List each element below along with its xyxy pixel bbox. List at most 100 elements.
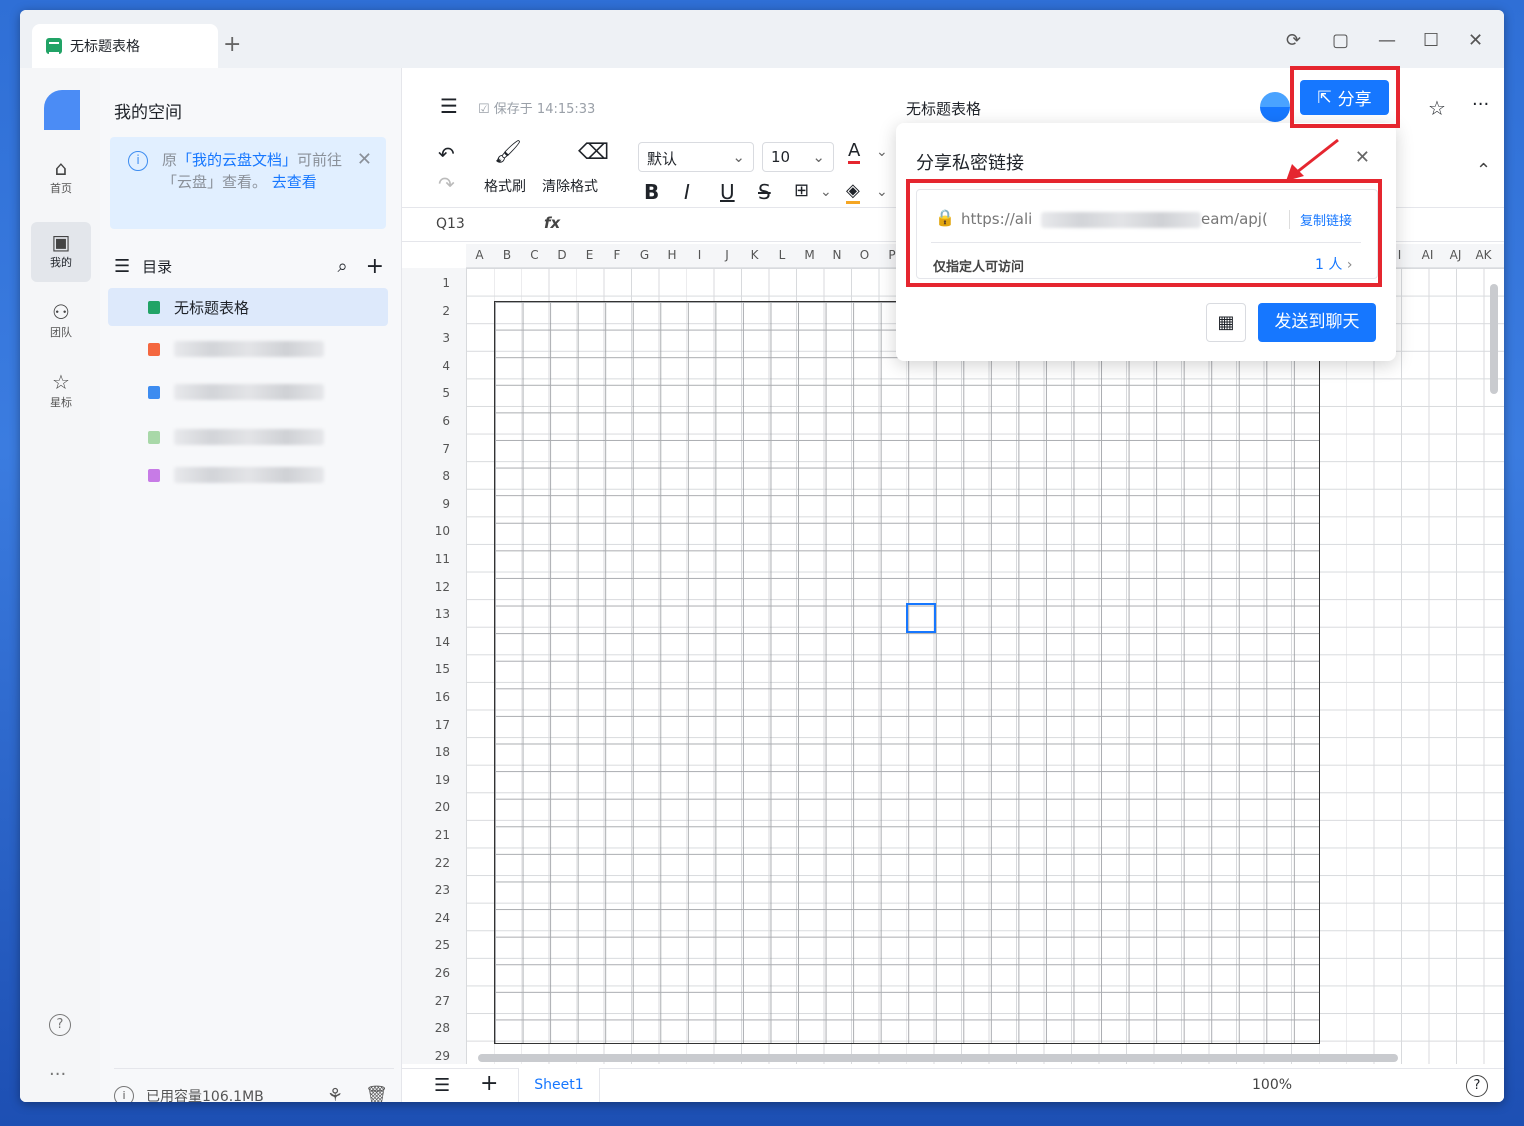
collapse-toolbar-icon[interactable]: ⌃ xyxy=(1476,160,1491,181)
row-label[interactable]: 11 xyxy=(402,552,450,566)
rail-item-mine[interactable]: ▣ 我的 xyxy=(31,222,91,282)
row-label[interactable]: 27 xyxy=(402,994,450,1008)
menu-icon[interactable]: ☰ xyxy=(440,94,458,118)
row-label[interactable]: 7 xyxy=(402,442,450,456)
minimize-icon[interactable]: — xyxy=(1378,30,1396,51)
file-item[interactable] xyxy=(108,330,388,368)
close-icon[interactable]: ✕ xyxy=(1355,147,1370,168)
rail-item-team[interactable]: ⚇ 团队 xyxy=(31,292,91,352)
format-painter-label[interactable]: 格式刷 xyxy=(484,176,526,196)
file-item[interactable] xyxy=(108,373,388,411)
column-label[interactable]: D xyxy=(549,248,576,262)
row-label[interactable]: 4 xyxy=(402,359,450,373)
column-label[interactable]: J xyxy=(714,248,741,262)
column-label[interactable]: E xyxy=(576,248,603,262)
row-label[interactable]: 9 xyxy=(402,497,450,511)
screen-icon[interactable]: ▢ xyxy=(1332,30,1349,51)
send-to-chat-button[interactable]: 发送到聊天 xyxy=(1258,303,1376,342)
sheet-list-icon[interactable]: ☰ xyxy=(434,1075,450,1096)
add-icon[interactable]: + xyxy=(366,254,384,279)
column-label[interactable]: F xyxy=(604,248,631,262)
file-item[interactable]: 无标题表格 xyxy=(108,288,388,326)
column-label[interactable]: AI xyxy=(1414,248,1441,262)
cell-reference[interactable]: Q13 xyxy=(436,216,465,232)
column-label[interactable]: AJ xyxy=(1442,248,1469,262)
row-label[interactable]: 19 xyxy=(402,773,450,787)
vertical-scrollbar[interactable] xyxy=(1490,284,1498,394)
cell-grid[interactable] xyxy=(466,268,1504,1064)
qr-code-icon[interactable]: ▦ xyxy=(1206,303,1246,342)
font-select[interactable]: 默认 ⌄ xyxy=(638,142,754,172)
horizontal-scrollbar[interactable] xyxy=(478,1054,1398,1062)
star-icon[interactable]: ☆ xyxy=(1428,96,1446,120)
doc-title[interactable]: 无标题表格 xyxy=(906,98,981,119)
sheet-tab[interactable]: Sheet1 xyxy=(518,1068,600,1102)
search-icon[interactable]: ⌕ xyxy=(337,256,347,277)
column-label[interactable]: G xyxy=(631,248,658,262)
redo-icon[interactable]: ↷ xyxy=(438,172,455,196)
zoom-value[interactable]: 100% xyxy=(1252,1077,1292,1093)
row-label[interactable]: 17 xyxy=(402,718,450,732)
border-icon[interactable]: ⊞ xyxy=(794,180,809,201)
row-label[interactable]: 5 xyxy=(402,386,450,400)
column-label[interactable]: AK xyxy=(1470,248,1497,262)
new-tab-icon[interactable]: + xyxy=(223,32,241,57)
row-label[interactable]: 3 xyxy=(402,331,450,345)
row-label[interactable]: 12 xyxy=(402,580,450,594)
italic-icon[interactable]: I xyxy=(684,180,690,204)
notice-link[interactable]: 去查看 xyxy=(272,173,317,191)
file-item[interactable] xyxy=(108,418,388,456)
row-label[interactable]: 25 xyxy=(402,938,450,952)
row-label[interactable]: 13 xyxy=(402,607,450,621)
format-painter-icon[interactable]: 🖌 xyxy=(494,140,522,165)
font-size-select[interactable]: 10 ⌄ xyxy=(762,142,834,172)
column-label[interactable]: B xyxy=(494,248,521,262)
eraser-icon[interactable]: ⌫ xyxy=(578,140,609,165)
column-label[interactable]: C xyxy=(521,248,548,262)
strikethrough-icon[interactable]: S xyxy=(758,180,771,204)
font-color-icon[interactable]: A xyxy=(848,140,861,164)
user-avatar[interactable] xyxy=(1260,92,1290,122)
column-label[interactable]: L xyxy=(769,248,796,262)
help-icon[interactable]: ? xyxy=(49,1014,71,1036)
close-window-icon[interactable]: ✕ xyxy=(1468,30,1483,51)
column-label[interactable]: A xyxy=(466,248,493,262)
undo-icon[interactable]: ↶ xyxy=(438,142,455,166)
share-network-icon[interactable]: ⚘ xyxy=(327,1085,343,1102)
row-label[interactable]: 14 xyxy=(402,635,450,649)
sync-icon[interactable]: ⟳ xyxy=(1286,30,1301,51)
row-label[interactable]: 16 xyxy=(402,690,450,704)
row-label[interactable]: 22 xyxy=(402,856,450,870)
row-label[interactable]: 26 xyxy=(402,966,450,980)
trash-icon[interactable]: 🗑 xyxy=(365,1085,388,1102)
clear-format-label[interactable]: 清除格式 xyxy=(542,176,598,196)
column-label[interactable]: H xyxy=(659,248,686,262)
more-icon[interactable]: ··· xyxy=(49,1064,66,1085)
row-label[interactable]: 18 xyxy=(402,745,450,759)
row-label[interactable]: 15 xyxy=(402,662,450,676)
active-cell[interactable] xyxy=(906,603,936,633)
row-label[interactable]: 21 xyxy=(402,828,450,842)
chevron-down-icon[interactable]: ⌄ xyxy=(876,144,888,160)
close-icon[interactable]: ✕ xyxy=(357,149,372,171)
row-label[interactable]: 8 xyxy=(402,469,450,483)
help-icon[interactable]: ? xyxy=(1466,1075,1488,1097)
chevron-down-icon[interactable]: ⌄ xyxy=(876,184,888,200)
avatar[interactable] xyxy=(44,90,80,130)
maximize-icon[interactable]: ☐ xyxy=(1423,30,1439,51)
doc-tab[interactable]: 无标题表格 xyxy=(32,24,218,68)
column-label[interactable]: O xyxy=(851,248,878,262)
row-label[interactable]: 29 xyxy=(402,1049,450,1063)
chevron-down-icon[interactable]: ⌄ xyxy=(820,184,832,200)
column-label[interactable]: M xyxy=(796,248,823,262)
add-sheet-icon[interactable]: + xyxy=(480,1071,498,1096)
row-label[interactable]: 2 xyxy=(402,304,450,318)
row-label[interactable]: 6 xyxy=(402,414,450,428)
row-label[interactable]: 28 xyxy=(402,1021,450,1035)
column-label[interactable]: Al xyxy=(1498,248,1504,262)
row-label[interactable]: 24 xyxy=(402,911,450,925)
fill-color-icon[interactable]: ◈ xyxy=(846,180,860,204)
row-label[interactable]: 20 xyxy=(402,800,450,814)
column-label[interactable]: K xyxy=(741,248,768,262)
rail-item-home[interactable]: ⌂ 首页 xyxy=(31,148,91,208)
